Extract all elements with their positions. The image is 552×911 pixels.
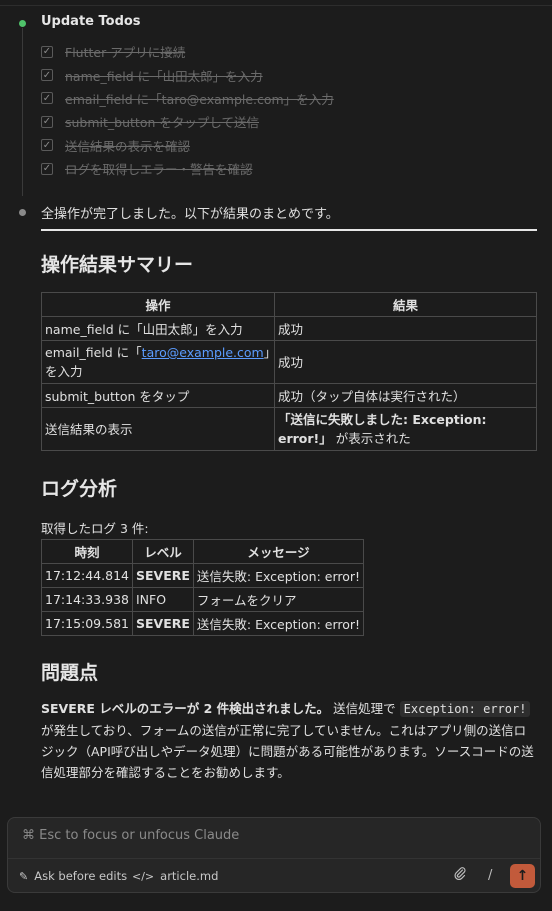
summary-table: 操作 結果 name_field に「山田太郎」を入力 成功 email_fie… — [41, 292, 537, 451]
todo-item: ✓ submit_button をタップして送信 — [41, 110, 334, 133]
cell-text: email_field に「 — [45, 345, 142, 360]
pencil-icon: ✎ — [19, 869, 29, 883]
todo-text: ログを取得しエラー・警告を確認 — [65, 162, 253, 178]
composer-divider — [8, 858, 540, 859]
table-cell: 「送信に失敗しました: Exception: error!」 が表示された — [274, 407, 537, 451]
table-cell: email_field に「taro@example.com」を入力 — [41, 340, 275, 384]
column-header: レベル — [131, 539, 194, 564]
log-message: フォームをクリア — [192, 587, 365, 612]
table-cell: 成功 — [274, 340, 537, 384]
table-cell: submit_button をタップ — [41, 383, 275, 408]
inline-code: Exception: error! — [399, 701, 531, 717]
issues-paragraph: SEVERE レベルのエラーが 2 件検出されました。 送信処理で Except… — [41, 698, 537, 783]
status-message: 全操作が完了しました。以下が結果のまとめです。 — [41, 207, 339, 222]
checkbox-checked-icon: ✓ — [41, 92, 53, 105]
log-time: 17:15:09.581 — [41, 611, 133, 636]
log-level: INFO — [131, 587, 194, 612]
table-row: 送信結果の表示 「送信に失敗しました: Exception: error!」 が… — [41, 407, 537, 451]
checkbox-checked-icon: ✓ — [41, 45, 53, 58]
todo-item: ✓ email_field に「taro@example.com」を入力 — [41, 87, 334, 110]
todo-item: ✓ Flutter アプリに接続 — [41, 40, 334, 63]
log-time: 17:12:44.814 — [41, 563, 133, 588]
ask-before-edits-toggle[interactable]: ✎ Ask before edits — [19, 869, 127, 883]
todo-item: ✓ name_field に「山田太郎」を入力 — [41, 63, 334, 86]
file-context-chip[interactable]: </> article.md — [132, 869, 218, 883]
log-time: 17:14:33.938 — [41, 587, 133, 612]
log-intro: 取得したログ 3 件: — [41, 521, 149, 536]
file-label: article.md — [160, 869, 219, 883]
column-header: 結果 — [274, 292, 537, 317]
table-cell: name_field に「山田太郎」を入力 — [41, 316, 275, 341]
todo-list: ✓ Flutter アプリに接続 ✓ name_field に「山田太郎」を入力 ✓… — [41, 40, 334, 180]
todo-text: Flutter アプリに接続 — [65, 45, 186, 61]
todos-title: Update Todos — [41, 14, 141, 29]
issues-text: が発生しており、フォームの送信が正常に完了していません。これはアプリ側の送信ロジ… — [41, 723, 534, 780]
checkbox-checked-icon: ✓ — [41, 162, 53, 175]
log-heading: ログ分析 — [41, 478, 118, 500]
column-header: 操作 — [41, 292, 275, 317]
email-link[interactable]: taro@example.com — [142, 345, 264, 360]
log-level: SEVERE — [131, 563, 194, 588]
table-row: email_field に「taro@example.com」を入力 成功 — [41, 340, 537, 384]
checkbox-checked-icon: ✓ — [41, 69, 53, 82]
status-dot-icon — [19, 20, 26, 27]
checkbox-checked-icon: ✓ — [41, 139, 53, 152]
code-icon: </> — [132, 869, 155, 883]
table-cell: 成功 — [274, 316, 537, 341]
table-cell: 送信結果の表示 — [41, 407, 275, 451]
table-row: submit_button をタップ 成功（タップ自体は実行された） — [41, 383, 537, 408]
column-header: 時刻 — [41, 539, 133, 564]
todo-item: ✓ ログを取得しエラー・警告を確認 — [41, 157, 334, 180]
table-header-row: 操作 結果 — [41, 292, 537, 317]
todo-text: name_field に「山田太郎」を入力 — [65, 68, 263, 84]
log-message: 送信失敗: Exception: error! — [192, 563, 365, 588]
chat-composer[interactable]: ⌘ Esc to focus or unfocus Claude ✎ Ask b… — [7, 817, 541, 893]
ask-label: Ask before edits — [34, 869, 128, 883]
issues-text: 送信処理で — [329, 701, 400, 716]
send-button[interactable]: ↑ — [510, 864, 535, 888]
top-divider — [0, 5, 552, 6]
checkbox-checked-icon: ✓ — [41, 115, 53, 128]
issues-heading: 問題点 — [41, 662, 99, 684]
summary-heading: 操作結果サマリー — [41, 254, 194, 276]
todo-text: email_field に「taro@example.com」を入力 — [65, 91, 334, 107]
table-row: 17:12:44.814 SEVERE 送信失敗: Exception: err… — [41, 563, 365, 588]
todo-item: ✓ 送信結果の表示を確認 — [41, 134, 334, 157]
horizontal-rule — [41, 229, 537, 231]
issues-lead: SEVERE レベルのエラーが 2 件検出されました。 — [41, 701, 330, 716]
todo-text: 送信結果の表示を確認 — [65, 138, 191, 154]
log-table: 時刻 レベル メッセージ 17:12:44.814 SEVERE 送信失敗: E… — [41, 539, 365, 636]
message-dot-icon — [19, 209, 26, 216]
log-level: SEVERE — [131, 611, 194, 636]
cell-text: が表示された — [331, 431, 411, 446]
paperclip-icon[interactable] — [454, 866, 466, 885]
timeline-line — [22, 28, 23, 196]
composer-input[interactable]: ⌘ Esc to focus or unfocus Claude — [22, 828, 239, 843]
todo-text: submit_button をタップして送信 — [65, 115, 259, 131]
table-cell: 成功（タップ自体は実行された） — [274, 383, 537, 408]
table-row: name_field に「山田太郎」を入力 成功 — [41, 316, 537, 341]
table-row: 17:14:33.938 INFO フォームをクリア — [41, 587, 365, 612]
table-header-row: 時刻 レベル メッセージ — [41, 539, 365, 564]
table-row: 17:15:09.581 SEVERE 送信失敗: Exception: err… — [41, 611, 365, 636]
column-header: メッセージ — [192, 539, 365, 564]
slash-command-button[interactable]: / — [488, 868, 492, 883]
log-message: 送信失敗: Exception: error! — [192, 611, 365, 636]
arrow-up-icon: ↑ — [516, 868, 529, 884]
